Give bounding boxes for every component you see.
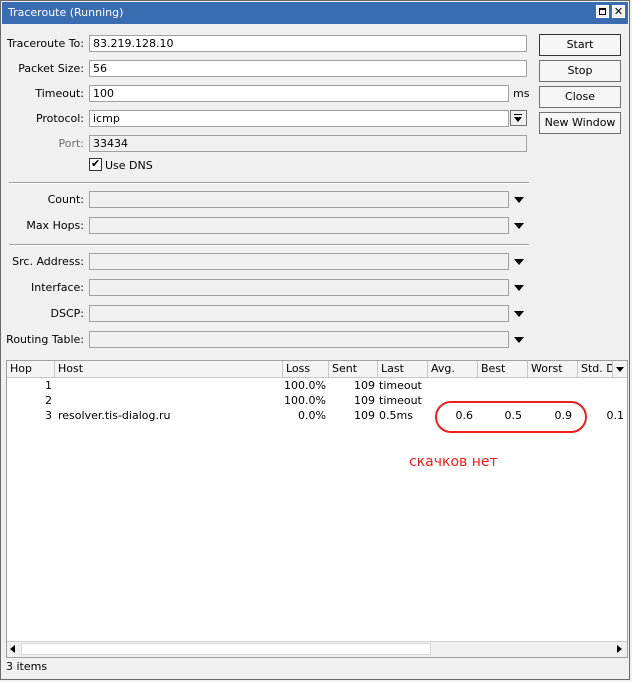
sent-cell: 109	[354, 409, 375, 422]
loss-cell: 0.0%	[298, 409, 326, 422]
traceroute-window: Traceroute (Running) ✕ Traceroute To: 83…	[0, 0, 630, 680]
last-cell: 0.5ms	[379, 409, 413, 422]
src-address-dropdown-icon[interactable]	[514, 259, 524, 265]
src-address-field[interactable]	[89, 253, 509, 270]
host-cell: resolver.tis-dialog.ru	[58, 409, 171, 422]
traceroute-to-field[interactable]: 83.219.128.10	[89, 35, 527, 52]
hop-cell: 2	[45, 394, 52, 407]
results-table: Hop Host Loss Sent Last Avg. Best Worst …	[6, 360, 628, 658]
stop-button[interactable]: Stop	[539, 60, 621, 82]
new-window-button[interactable]: New Window	[539, 112, 621, 134]
host-cell	[58, 378, 283, 393]
close-button[interactable]: Close	[539, 86, 621, 108]
port-field[interactable]: 33434	[89, 135, 527, 152]
std-dev-cell	[578, 393, 627, 408]
scroll-thumb[interactable]	[21, 643, 431, 655]
count-label: Count:	[47, 193, 84, 206]
col-sent[interactable]: Sent	[329, 361, 378, 378]
table-row[interactable]: 1 100.0% 109 timeout	[7, 378, 627, 393]
interface-field[interactable]	[89, 279, 509, 296]
close-window-button[interactable]: ✕	[612, 5, 625, 18]
scroll-right-arrow[interactable]	[617, 645, 622, 653]
use-dns-label: Use DNS	[105, 159, 153, 172]
count-field[interactable]	[89, 191, 509, 208]
protocol-select[interactable]: icmp	[89, 110, 509, 127]
routing-table-dropdown-icon[interactable]	[514, 337, 524, 343]
close-icon: ✕	[613, 5, 624, 18]
src-address-label: Src. Address:	[12, 255, 84, 268]
max-hops-dropdown-icon[interactable]	[514, 223, 524, 229]
packet-size-label: Packet Size:	[18, 62, 84, 75]
col-best[interactable]: Best	[478, 361, 528, 378]
avg-cell	[428, 378, 478, 393]
max-hops-label: Max Hops:	[26, 219, 84, 232]
chevron-down-icon	[616, 367, 624, 372]
start-button[interactable]: Start	[539, 34, 621, 56]
sent-cell: 109	[354, 379, 375, 392]
maximize-button[interactable]	[596, 5, 609, 18]
checkmark-icon: ✔	[91, 157, 101, 170]
worst-cell	[528, 378, 578, 393]
dscp-dropdown-icon[interactable]	[514, 311, 524, 317]
dscp-field[interactable]	[89, 305, 509, 322]
col-worst[interactable]: Worst	[528, 361, 578, 378]
col-std-dev[interactable]: Std. De	[578, 361, 613, 378]
interface-dropdown-icon[interactable]	[514, 285, 524, 291]
count-dropdown-icon[interactable]	[514, 197, 524, 203]
window-title: Traceroute (Running)	[8, 6, 124, 19]
column-menu-button[interactable]	[613, 361, 627, 378]
col-avg[interactable]: Avg.	[428, 361, 478, 378]
max-hops-field[interactable]	[89, 217, 509, 234]
protocol-label: Protocol:	[35, 112, 84, 125]
chevron-down-icon	[514, 117, 522, 122]
routing-table-label: Routing Table:	[6, 333, 84, 346]
best-cell	[478, 378, 528, 393]
col-hop[interactable]: Hop	[7, 361, 55, 378]
status-items-count: 3 items	[6, 660, 48, 673]
port-label: Port:	[58, 137, 84, 150]
loss-cell: 100.0%	[284, 394, 326, 407]
annotation-text: скачков нет	[409, 454, 498, 470]
maximize-icon	[599, 8, 606, 15]
hop-cell: 3	[45, 409, 52, 422]
loss-cell: 100.0%	[284, 379, 326, 392]
timeout-field[interactable]: 100	[89, 85, 509, 102]
traceroute-to-label: Traceroute To:	[6, 37, 84, 50]
dscp-label: DSCP:	[50, 307, 84, 320]
separator	[9, 182, 529, 184]
dropdown-line	[514, 114, 522, 115]
title-bar[interactable]: Traceroute (Running) ✕	[2, 2, 628, 24]
horizontal-scrollbar[interactable]	[7, 641, 627, 657]
last-cell: timeout	[379, 379, 422, 392]
last-cell: timeout	[379, 394, 422, 407]
scroll-left-arrow[interactable]	[10, 645, 15, 653]
col-loss[interactable]: Loss	[283, 361, 329, 378]
col-last[interactable]: Last	[378, 361, 428, 378]
routing-table-field[interactable]	[89, 331, 509, 348]
sent-cell: 109	[354, 394, 375, 407]
timeout-unit: ms	[513, 87, 530, 100]
separator	[9, 244, 529, 246]
hop-cell: 1	[45, 379, 52, 392]
annotation-oval	[435, 401, 587, 433]
host-cell	[58, 393, 283, 408]
interface-label: Interface:	[31, 281, 84, 294]
use-dns-checkbox[interactable]: ✔	[89, 157, 102, 171]
timeout-label: Timeout:	[35, 87, 84, 100]
std-dev-cell	[578, 378, 627, 393]
col-host[interactable]: Host	[55, 361, 283, 378]
packet-size-field[interactable]: 56	[89, 60, 527, 77]
protocol-dropdown-button[interactable]	[510, 110, 527, 126]
